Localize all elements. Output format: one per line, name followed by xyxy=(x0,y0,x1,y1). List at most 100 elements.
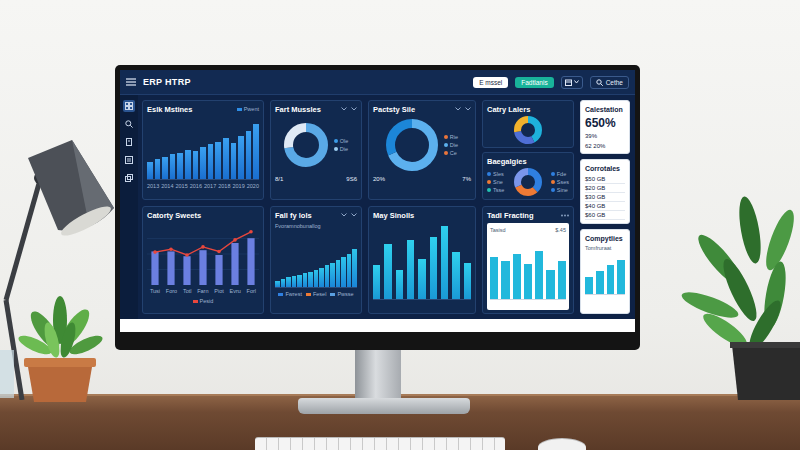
line-point[interactable] xyxy=(185,253,189,257)
bar[interactable] xyxy=(330,263,335,287)
bar[interactable] xyxy=(319,268,324,287)
bar[interactable] xyxy=(607,265,615,294)
view-menu[interactable] xyxy=(561,76,583,89)
line-point[interactable] xyxy=(153,250,157,254)
bar[interactable] xyxy=(193,151,199,179)
sidebar-item[interactable] xyxy=(123,100,135,112)
chevron-down-icon[interactable] xyxy=(341,107,347,111)
line-point[interactable] xyxy=(169,247,173,251)
bar[interactable] xyxy=(215,142,221,179)
bar[interactable] xyxy=(231,243,238,285)
bar[interactable] xyxy=(336,260,341,287)
sidebar-item[interactable] xyxy=(123,172,135,184)
bar[interactable] xyxy=(292,276,297,287)
donut-segment[interactable] xyxy=(288,128,323,163)
bar[interactable] xyxy=(513,254,521,299)
bar[interactable] xyxy=(151,251,158,285)
bar[interactable] xyxy=(303,273,308,287)
list-row[interactable]: $50 GB xyxy=(585,175,625,184)
bar[interactable] xyxy=(546,270,554,299)
line-point[interactable] xyxy=(249,230,253,234)
bar[interactable] xyxy=(384,244,391,299)
bar[interactable] xyxy=(183,256,190,285)
filter-field[interactable]: E mssel xyxy=(473,77,508,88)
bar[interactable] xyxy=(231,143,237,179)
bar[interactable] xyxy=(596,271,604,294)
bar[interactable] xyxy=(215,255,222,285)
keyboard[interactable] xyxy=(255,438,505,450)
bar[interactable] xyxy=(155,159,161,179)
donut-segment[interactable] xyxy=(517,172,538,193)
mouse[interactable] xyxy=(538,439,586,450)
bar[interactable] xyxy=(314,270,319,287)
bar[interactable] xyxy=(558,261,566,299)
donut-segment[interactable] xyxy=(518,120,539,141)
primary-button[interactable]: Fadtlanis xyxy=(515,77,553,88)
bar[interactable] xyxy=(535,251,543,299)
bar[interactable] xyxy=(247,238,254,285)
sidebar-item[interactable] xyxy=(123,154,135,166)
line-point[interactable] xyxy=(201,245,205,249)
chevron-down-icon[interactable] xyxy=(455,107,461,111)
line-point[interactable] xyxy=(217,250,221,254)
chevron-down-icon[interactable] xyxy=(465,107,471,111)
layers-icon[interactable] xyxy=(125,174,133,182)
bar[interactable] xyxy=(501,261,509,299)
donut-segment[interactable] xyxy=(517,172,538,193)
bar[interactable] xyxy=(308,272,313,287)
donut-segment[interactable] xyxy=(288,128,323,163)
bar[interactable] xyxy=(170,154,176,179)
bar[interactable] xyxy=(373,265,380,299)
bar[interactable] xyxy=(286,277,291,287)
more-icon[interactable] xyxy=(561,214,569,217)
bar[interactable] xyxy=(352,249,357,287)
bar[interactable] xyxy=(490,257,498,299)
donut-segment[interactable] xyxy=(518,120,539,141)
line-point[interactable] xyxy=(233,238,237,242)
donut-segment[interactable] xyxy=(518,120,539,141)
bar[interactable] xyxy=(341,257,346,287)
bar[interactable] xyxy=(418,259,425,299)
bar[interactable] xyxy=(253,124,259,179)
document-icon[interactable] xyxy=(125,138,133,146)
bar[interactable] xyxy=(524,264,532,299)
sidebar-item[interactable] xyxy=(123,136,135,148)
search-icon[interactable] xyxy=(125,120,133,128)
bar[interactable] xyxy=(208,144,214,179)
list-icon[interactable] xyxy=(125,156,133,164)
donut-segment[interactable] xyxy=(390,124,433,167)
chevron-down-icon[interactable] xyxy=(351,107,357,111)
bar[interactable] xyxy=(297,275,302,287)
search-box[interactable]: Cethe xyxy=(590,76,629,89)
search-text[interactable]: Cethe xyxy=(606,79,623,86)
bar[interactable] xyxy=(147,162,153,179)
list-row[interactable]: $60 GB xyxy=(585,211,625,220)
bar[interactable] xyxy=(464,263,471,299)
sidebar-item[interactable] xyxy=(123,118,135,130)
bar[interactable] xyxy=(396,270,403,299)
donut-segment[interactable] xyxy=(390,124,433,167)
list-row[interactable]: $30 GB xyxy=(585,193,625,202)
bar[interactable] xyxy=(223,138,229,179)
bar[interactable] xyxy=(617,260,625,294)
list-row[interactable]: $40 GB xyxy=(585,202,625,211)
list-row[interactable]: $20 GB xyxy=(585,184,625,193)
bar[interactable] xyxy=(199,250,206,285)
chevron-down-icon[interactable] xyxy=(351,213,357,217)
chevron-down-icon[interactable] xyxy=(341,213,347,217)
bar[interactable] xyxy=(452,252,459,299)
bar[interactable] xyxy=(162,157,168,179)
calendar-icon[interactable] xyxy=(565,79,572,86)
bar[interactable] xyxy=(275,281,280,287)
dashboard-icon[interactable] xyxy=(125,102,133,110)
donut-segment[interactable] xyxy=(517,172,538,193)
bar[interactable] xyxy=(238,136,244,179)
bar[interactable] xyxy=(246,131,252,179)
bar[interactable] xyxy=(185,150,191,179)
bar[interactable] xyxy=(585,277,593,294)
bar[interactable] xyxy=(347,254,352,287)
bar[interactable] xyxy=(200,147,206,179)
menu-icon[interactable] xyxy=(126,78,136,86)
bar[interactable] xyxy=(281,279,286,287)
chevron-down-icon[interactable] xyxy=(574,80,579,84)
